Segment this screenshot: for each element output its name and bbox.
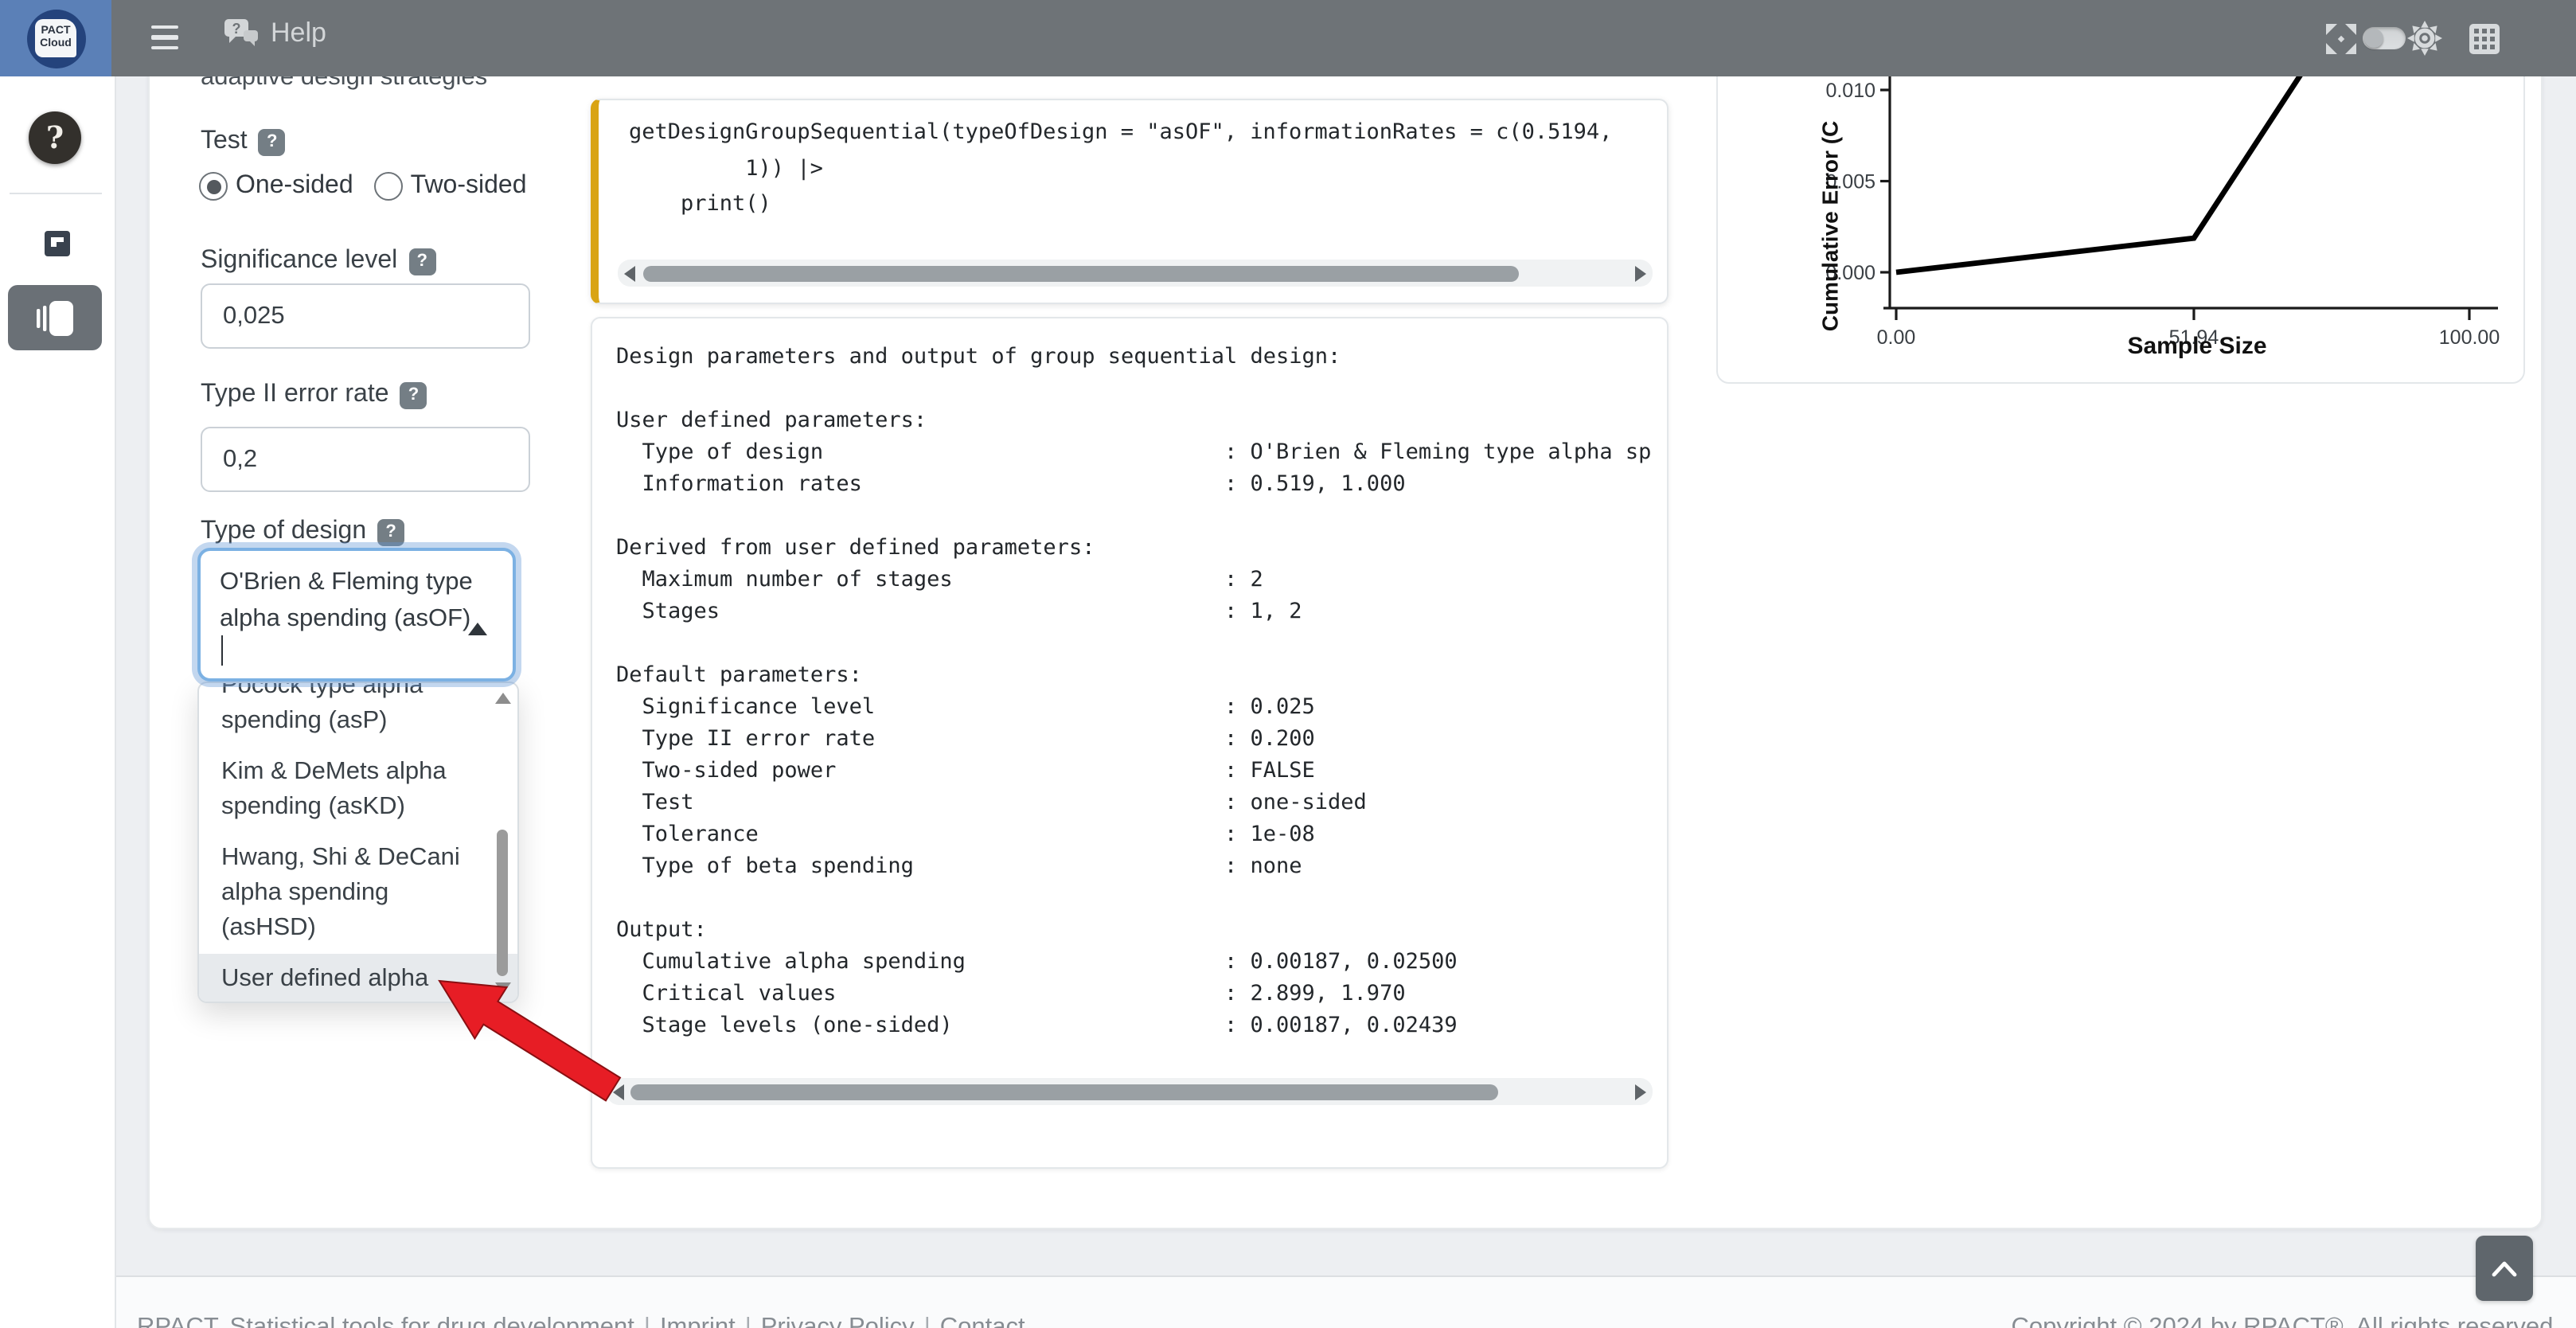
code-scroll-thumb[interactable] xyxy=(643,265,1519,281)
type2-value: 0,2 xyxy=(223,445,257,474)
fullscreen-icon[interactable] xyxy=(2326,24,2356,54)
significance-value: 0,025 xyxy=(223,302,285,330)
footer-brand: RPACT. Statistical tools for drug develo… xyxy=(137,1314,634,1328)
design-output-card: Design parameters and output of group se… xyxy=(591,317,1669,1169)
type2-label: Type II error rate xyxy=(201,381,389,409)
rpact-cloud-logo[interactable]: PACT Cloud xyxy=(0,0,111,76)
radio-two-sided[interactable] xyxy=(374,172,403,201)
help-badge-icon[interactable]: ? xyxy=(377,518,404,545)
footer-brand-row: RPACT. Statistical tools for drug develo… xyxy=(137,1314,1025,1328)
test-label: Test xyxy=(201,127,248,156)
design-select[interactable]: O'Brien & Fleming type alpha spending (a… xyxy=(197,548,516,682)
output-scroll-thumb[interactable] xyxy=(630,1084,1498,1100)
imprint-link[interactable]: Imprint xyxy=(660,1314,736,1328)
flag-steps-icon[interactable] xyxy=(45,231,70,256)
help-button[interactable]: ? Help xyxy=(223,18,326,49)
svg-text:?: ? xyxy=(232,21,241,37)
help-badge-icon[interactable]: ? xyxy=(408,248,435,275)
significance-input[interactable]: 0,025 xyxy=(201,283,530,349)
help-badge-icon[interactable]: ? xyxy=(400,381,427,408)
significance-label-row: Significance level ? xyxy=(201,247,435,275)
radio-one-sided[interactable] xyxy=(199,172,228,201)
gear-icon[interactable] xyxy=(2407,21,2442,56)
radio-two-sided-label[interactable]: Two-sided xyxy=(411,172,527,201)
type2-input[interactable]: 0,2 xyxy=(201,427,530,492)
sidebar-item-active-tool[interactable] xyxy=(8,285,102,350)
scroll-up-icon[interactable] xyxy=(495,693,511,704)
scroll-left-icon[interactable] xyxy=(624,265,635,281)
r-code-card: getDesignGroupSequential(typeOfDesign = … xyxy=(591,99,1669,304)
question-avatar[interactable]: ? xyxy=(29,111,81,164)
design-select-value: O'Brien & Fleming type alpha spending (a… xyxy=(220,564,474,637)
contact-link[interactable]: Contact xyxy=(940,1314,1025,1328)
text-cursor xyxy=(221,635,224,666)
toggle-knob[interactable] xyxy=(2364,29,2383,48)
scroll-to-top-button[interactable] xyxy=(2476,1236,2533,1301)
scroll-right-icon[interactable] xyxy=(1635,265,1646,281)
red-annotation-arrow-icon xyxy=(406,947,645,1123)
footer-copyright: Copyright © 2024 by RPACT®. All rights r… xyxy=(2012,1314,2561,1328)
design-label-row: Type of design ? xyxy=(201,518,404,546)
radio-one-sided-label[interactable]: One-sided xyxy=(236,172,353,201)
design-output-text[interactable]: Design parameters and output of group se… xyxy=(616,341,1651,1041)
logo-text-1: PACT xyxy=(41,25,70,38)
chat-question-icon: ? xyxy=(223,18,261,49)
code-scrollbar[interactable] xyxy=(618,260,1653,287)
test-radio-group: One-sided Two-sided xyxy=(199,172,527,201)
chart-card: 0.0000.0050.0100.0051.94100.00 Cumulativ… xyxy=(1716,38,2525,384)
type2-label-row: Type II error rate ? xyxy=(201,381,427,409)
option-pocock[interactable]: Pocock type alpha spending (asP) xyxy=(199,682,498,747)
test-label-row: Test ? xyxy=(201,127,286,156)
option-hwang-shi-decani[interactable]: Hwang, Shi & DeCani alpha spending (asHS… xyxy=(199,833,498,954)
panels-icon xyxy=(36,300,74,335)
output-scrollbar[interactable] xyxy=(607,1078,1653,1105)
significance-label: Significance level xyxy=(201,247,397,275)
privacy-policy-link[interactable]: Privacy Policy xyxy=(761,1314,915,1328)
theme-toggle[interactable] xyxy=(2363,27,2406,49)
app-window: adaptive design strategies Test ? One-si… xyxy=(0,0,2576,1328)
left-sidebar: ? xyxy=(0,76,116,1328)
menu-icon[interactable] xyxy=(151,25,178,49)
logo-text-2: Cloud xyxy=(40,38,72,51)
apps-grid-icon[interactable] xyxy=(2469,24,2500,54)
design-label: Type of design xyxy=(201,518,366,546)
chevron-up-icon xyxy=(2492,1260,2517,1276)
r-code[interactable]: getDesignGroupSequential(typeOfDesign = … xyxy=(629,115,1612,222)
help-badge-icon[interactable]: ? xyxy=(259,128,286,155)
logo-circle: PACT Cloud xyxy=(26,9,85,68)
scroll-right-icon[interactable] xyxy=(1635,1084,1646,1100)
chevron-up-icon xyxy=(468,623,487,635)
help-label: Help xyxy=(271,18,326,49)
option-kim-demets[interactable]: Kim & DeMets alpha spending (asKD) xyxy=(199,747,498,833)
top-bar: PACT Cloud ? Help xyxy=(0,0,2576,76)
chart-x-axis-label: Sample Size xyxy=(1896,333,2498,360)
sidebar-divider xyxy=(10,193,102,194)
